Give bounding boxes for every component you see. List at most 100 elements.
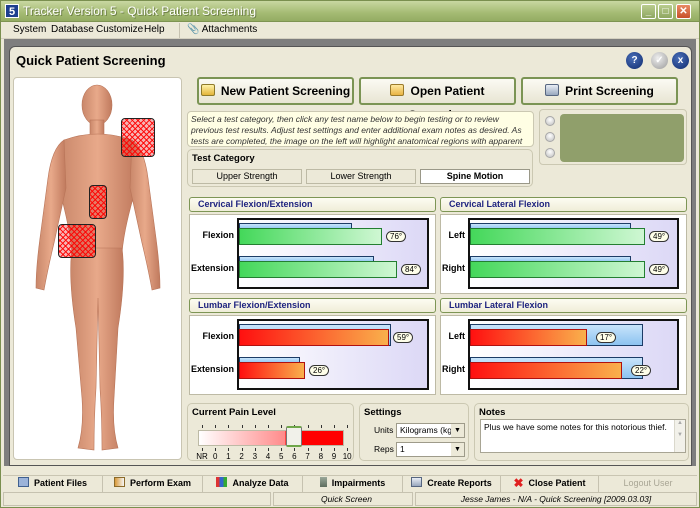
measured-bar-left[interactable] [470, 228, 645, 245]
value-label: 49° [649, 264, 670, 275]
measured-bar-flexion[interactable] [239, 228, 382, 245]
units-value: Kilograms (kg) [400, 425, 455, 435]
notes-textarea[interactable]: Plus we have some notes for this notorio… [480, 419, 686, 453]
perform-exam-label: Perform Exam [129, 478, 192, 488]
close-x-icon: ✖ [513, 476, 524, 490]
impairments-icon [319, 477, 327, 487]
tick-mark [334, 425, 335, 428]
category-upper-strength[interactable]: Upper Strength [192, 169, 302, 184]
instructions-text: Select a test category, then click any t… [187, 111, 534, 157]
row-label-right[interactable]: Right [441, 263, 465, 273]
close-window-button[interactable]: ✕ [676, 4, 691, 19]
pain-scale-label: 0 [212, 452, 218, 461]
minimize-button[interactable]: _ [641, 4, 656, 19]
menu-database[interactable]: Database [51, 24, 94, 35]
chart-lumbar-flexion-extension[interactable]: Lumbar Flexion/Extension Flexion 59° Extens… [189, 298, 436, 395]
chart-cervical-flexion-extension[interactable]: Cervical Flexion/Extension Flexion 76° Exte… [189, 197, 436, 294]
tick-mark [294, 448, 296, 451]
tick-mark [347, 425, 349, 428]
close-patient-button[interactable]: ✖ Close Patient [501, 476, 599, 492]
pain-scale-label: 7 [305, 452, 310, 461]
deficit-region-hip[interactable] [58, 224, 96, 258]
row-label-extension[interactable]: Extension [190, 263, 234, 273]
row-label-right[interactable]: Right [441, 364, 465, 374]
perform-exam-button[interactable]: Perform Exam [103, 476, 203, 492]
chart-lumbar-lateral-flexion[interactable]: Lumbar Lateral Flexion Left 17° Right 22° [440, 298, 687, 395]
maximize-button[interactable]: □ [658, 4, 673, 19]
chevron-down-icon[interactable]: ▼ [451, 424, 464, 437]
title-bar[interactable]: 5 Tracker Version 5 - Quick Patient Scre… [1, 1, 699, 22]
indicator-light-3 [545, 148, 555, 158]
measured-bar-extension[interactable] [239, 261, 397, 278]
confirm-icon[interactable]: ✓ [651, 52, 668, 69]
row-label-extension[interactable]: Extension [190, 364, 234, 374]
deficit-region-shoulder[interactable] [121, 118, 155, 157]
tick-mark [281, 448, 283, 451]
status-bar: Quick Screen Jesse James - N/A - Quick S… [3, 492, 697, 507]
lcd-screen [560, 114, 684, 162]
body-map[interactable] [13, 77, 182, 460]
open-screening-button[interactable]: Open Patient Screening [359, 77, 516, 122]
chevron-down-icon[interactable]: ▼ [451, 443, 464, 456]
measured-bar-extension[interactable] [239, 362, 305, 379]
reps-label: Reps [374, 444, 394, 454]
logout-user-button[interactable]: Logout User [599, 476, 697, 492]
attachments-button[interactable]: 📎 Attachments [187, 24, 257, 35]
human-figure-image [35, 84, 161, 451]
measured-bar-right[interactable] [470, 362, 622, 379]
value-label: 76° [386, 231, 407, 242]
measured-bar-flexion[interactable] [239, 329, 389, 346]
pain-scale-label: NR [196, 452, 208, 461]
tick-mark [307, 448, 309, 451]
notes-scrollbar[interactable]: ▲ ▼ [674, 420, 685, 452]
menu-system[interactable]: System [13, 24, 46, 35]
bar-chart-icon [216, 477, 228, 487]
print-results-button[interactable]: Print Screening Results [521, 77, 678, 122]
measured-bar-right[interactable] [470, 261, 645, 278]
pain-scale-label: 6 [292, 452, 297, 461]
menu-customize[interactable]: Customize [96, 24, 143, 35]
close-patient-label: Close Patient [528, 478, 586, 488]
chart-body: Left 17° Right 22° [440, 315, 687, 395]
units-select[interactable]: Kilograms (kg) ▼ [396, 423, 465, 438]
tick-mark [215, 425, 217, 428]
pain-slider-thumb[interactable] [286, 426, 303, 447]
value-label: 49° [649, 231, 670, 242]
menu-help[interactable]: Help [144, 24, 165, 35]
patient-files-button[interactable]: Patient Files [3, 476, 103, 492]
status-patient: Jesse James - N/A - Quick Screening [200… [415, 492, 697, 506]
chart-title[interactable]: Cervical Lateral Flexion [440, 197, 687, 212]
deficit-region-lumbar[interactable] [89, 185, 107, 219]
row-label-left[interactable]: Left [441, 230, 466, 240]
new-screening-button[interactable]: New Patient Screening [197, 77, 354, 105]
chart-title[interactable]: Cervical Flexion/Extension [189, 197, 436, 212]
patient-files-label: Patient Files [33, 478, 87, 488]
analyze-data-button[interactable]: Analyze Data [203, 476, 303, 492]
analyze-data-label: Analyze Data [232, 478, 289, 488]
test-category-group: Test Category Upper Strength Lower Stren… [187, 149, 533, 187]
chart-cervical-lateral-flexion[interactable]: Cervical Lateral Flexion Left 49° Right 49° [440, 197, 687, 294]
row-label-flexion[interactable]: Flexion [190, 230, 234, 240]
app-icon: 5 [5, 4, 19, 18]
impairments-button[interactable]: Impairments [303, 476, 403, 492]
chart-title[interactable]: Lumbar Flexion/Extension [189, 298, 436, 313]
tick-mark [334, 448, 335, 451]
close-panel-icon[interactable]: x [672, 52, 689, 69]
reps-select[interactable]: 1 ▼ [396, 442, 465, 457]
attachments-label: Attachments [201, 24, 258, 35]
category-spine-motion[interactable]: Spine Motion [420, 169, 530, 184]
chart-body: Flexion 76° Extension 84° [189, 214, 436, 294]
help-icon[interactable]: ? [626, 52, 643, 69]
pain-scale-label: 5 [278, 452, 284, 461]
create-reports-button[interactable]: Create Reports [403, 476, 501, 492]
row-label-flexion[interactable]: Flexion [190, 331, 234, 341]
measured-bar-left[interactable] [470, 329, 587, 346]
units-label: Units [374, 425, 394, 435]
pain-scale-label: 4 [265, 452, 271, 461]
pain-scale-label: 8 [318, 452, 324, 461]
category-lower-strength[interactable]: Lower Strength [306, 169, 416, 184]
chart-title[interactable]: Lumbar Lateral Flexion [440, 298, 687, 313]
tick-mark [241, 448, 243, 451]
pain-gradient-track[interactable] [198, 430, 344, 446]
row-label-left[interactable]: Left [441, 331, 466, 341]
